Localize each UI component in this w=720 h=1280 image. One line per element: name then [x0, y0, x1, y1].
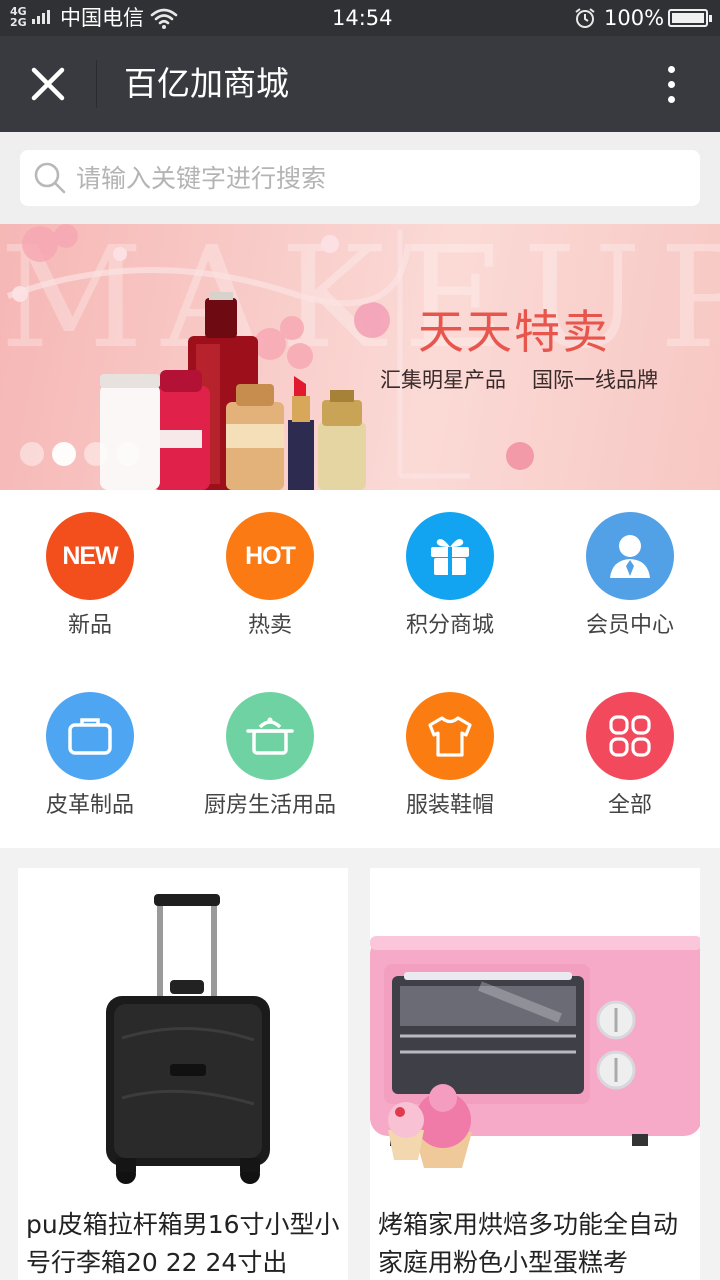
product-title: 烤箱家用烘焙多功能全自动家庭用粉色小型蛋糕考	[378, 1210, 679, 1277]
suitcase-image	[18, 868, 348, 1198]
carousel-dot[interactable]	[84, 442, 108, 466]
close-button[interactable]	[22, 58, 74, 110]
promo-banner[interactable]: MAKEUP 天天特卖 汇集明星产品 国际一线品牌	[0, 224, 720, 490]
banner-title: 天天特卖	[418, 305, 610, 359]
category-label: 服装鞋帽	[405, 793, 494, 818]
wifi-icon	[150, 8, 178, 29]
shirt-icon	[406, 692, 494, 780]
carousel-dot[interactable]	[116, 442, 140, 466]
product-title: pu皮箱拉杆箱男16寸小型小号行李箱20 22 24寸出	[26, 1210, 340, 1277]
new-badge-icon: NEW	[46, 512, 134, 600]
title-bar: 百亿加商城	[0, 36, 720, 132]
banner-subtitle-1: 汇集明星产品	[380, 368, 506, 392]
category-label: 积分商城	[405, 613, 494, 638]
page-title: 百亿加商城	[124, 64, 289, 103]
category-label: 新品	[67, 613, 112, 638]
carousel-dot[interactable]	[20, 442, 44, 466]
title-divider	[96, 60, 97, 108]
toaster-oven-image	[370, 868, 700, 1198]
category-kitchen[interactable]: 厨房生活用品	[180, 692, 360, 820]
banner-subtitle-2: 国际一线品牌	[532, 368, 658, 392]
category-hot[interactable]: HOT 热卖	[180, 512, 360, 640]
alarm-icon	[575, 8, 595, 28]
search-input[interactable]	[76, 158, 676, 198]
product-card[interactable]: pu皮箱拉杆箱男16寸小型小号行李箱20 22 24寸出	[18, 868, 348, 1280]
carrier-name: 中国电信	[60, 6, 144, 30]
carousel-indicator	[20, 442, 140, 466]
network-type: 4G 2G	[10, 5, 27, 29]
member-icon	[586, 512, 674, 600]
gift-icon	[406, 512, 494, 600]
category-all[interactable]: 全部	[540, 692, 720, 820]
search-box[interactable]	[20, 150, 700, 206]
category-leather-goods[interactable]: 皮革制品	[0, 692, 180, 820]
search-bar	[0, 132, 720, 224]
new-badge-text: NEW	[62, 541, 118, 570]
category-points-mall[interactable]: 积分商城	[360, 512, 540, 640]
battery-level: 100%	[604, 6, 665, 30]
banner-subtitle: 汇集明星产品 国际一线品牌	[380, 366, 658, 394]
product-list: pu皮箱拉杆箱男16寸小型小号行李箱20 22 24寸出 烤箱家用烘焙多功能全自…	[0, 848, 720, 1280]
hot-badge-text: HOT	[245, 541, 296, 570]
close-icon	[31, 67, 65, 101]
carousel-dot-active[interactable]	[52, 442, 76, 466]
category-label: 皮革制品	[45, 793, 134, 818]
hot-badge-icon: HOT	[226, 512, 314, 600]
category-grid: NEW 新品 HOT 热卖 积分商城 会员中心 皮革制品 厨房生活用品 服装鞋帽…	[0, 490, 720, 848]
more-dot-icon	[668, 81, 675, 88]
category-label: 厨房生活用品	[203, 793, 336, 818]
search-icon	[34, 162, 66, 194]
more-options-button[interactable]	[652, 60, 692, 108]
grid-all-icon	[586, 692, 674, 780]
battery-icon	[668, 9, 712, 27]
status-bar: 4G 2G 中国电信 14:54 100%	[0, 0, 720, 36]
clock: 14:54	[332, 6, 393, 30]
more-dot-icon	[668, 96, 675, 103]
category-new[interactable]: NEW 新品	[0, 512, 180, 640]
signal-strength-icon	[32, 10, 50, 24]
category-label: 全部	[607, 793, 652, 818]
category-apparel[interactable]: 服装鞋帽	[360, 692, 540, 820]
more-dot-icon	[668, 66, 675, 73]
category-member-center[interactable]: 会员中心	[540, 512, 720, 640]
product-card[interactable]: 烤箱家用烘焙多功能全自动家庭用粉色小型蛋糕考	[370, 868, 700, 1280]
cooking-pot-icon	[226, 692, 314, 780]
category-label: 会员中心	[585, 613, 674, 638]
category-label: 热卖	[247, 613, 292, 638]
briefcase-icon	[46, 692, 134, 780]
